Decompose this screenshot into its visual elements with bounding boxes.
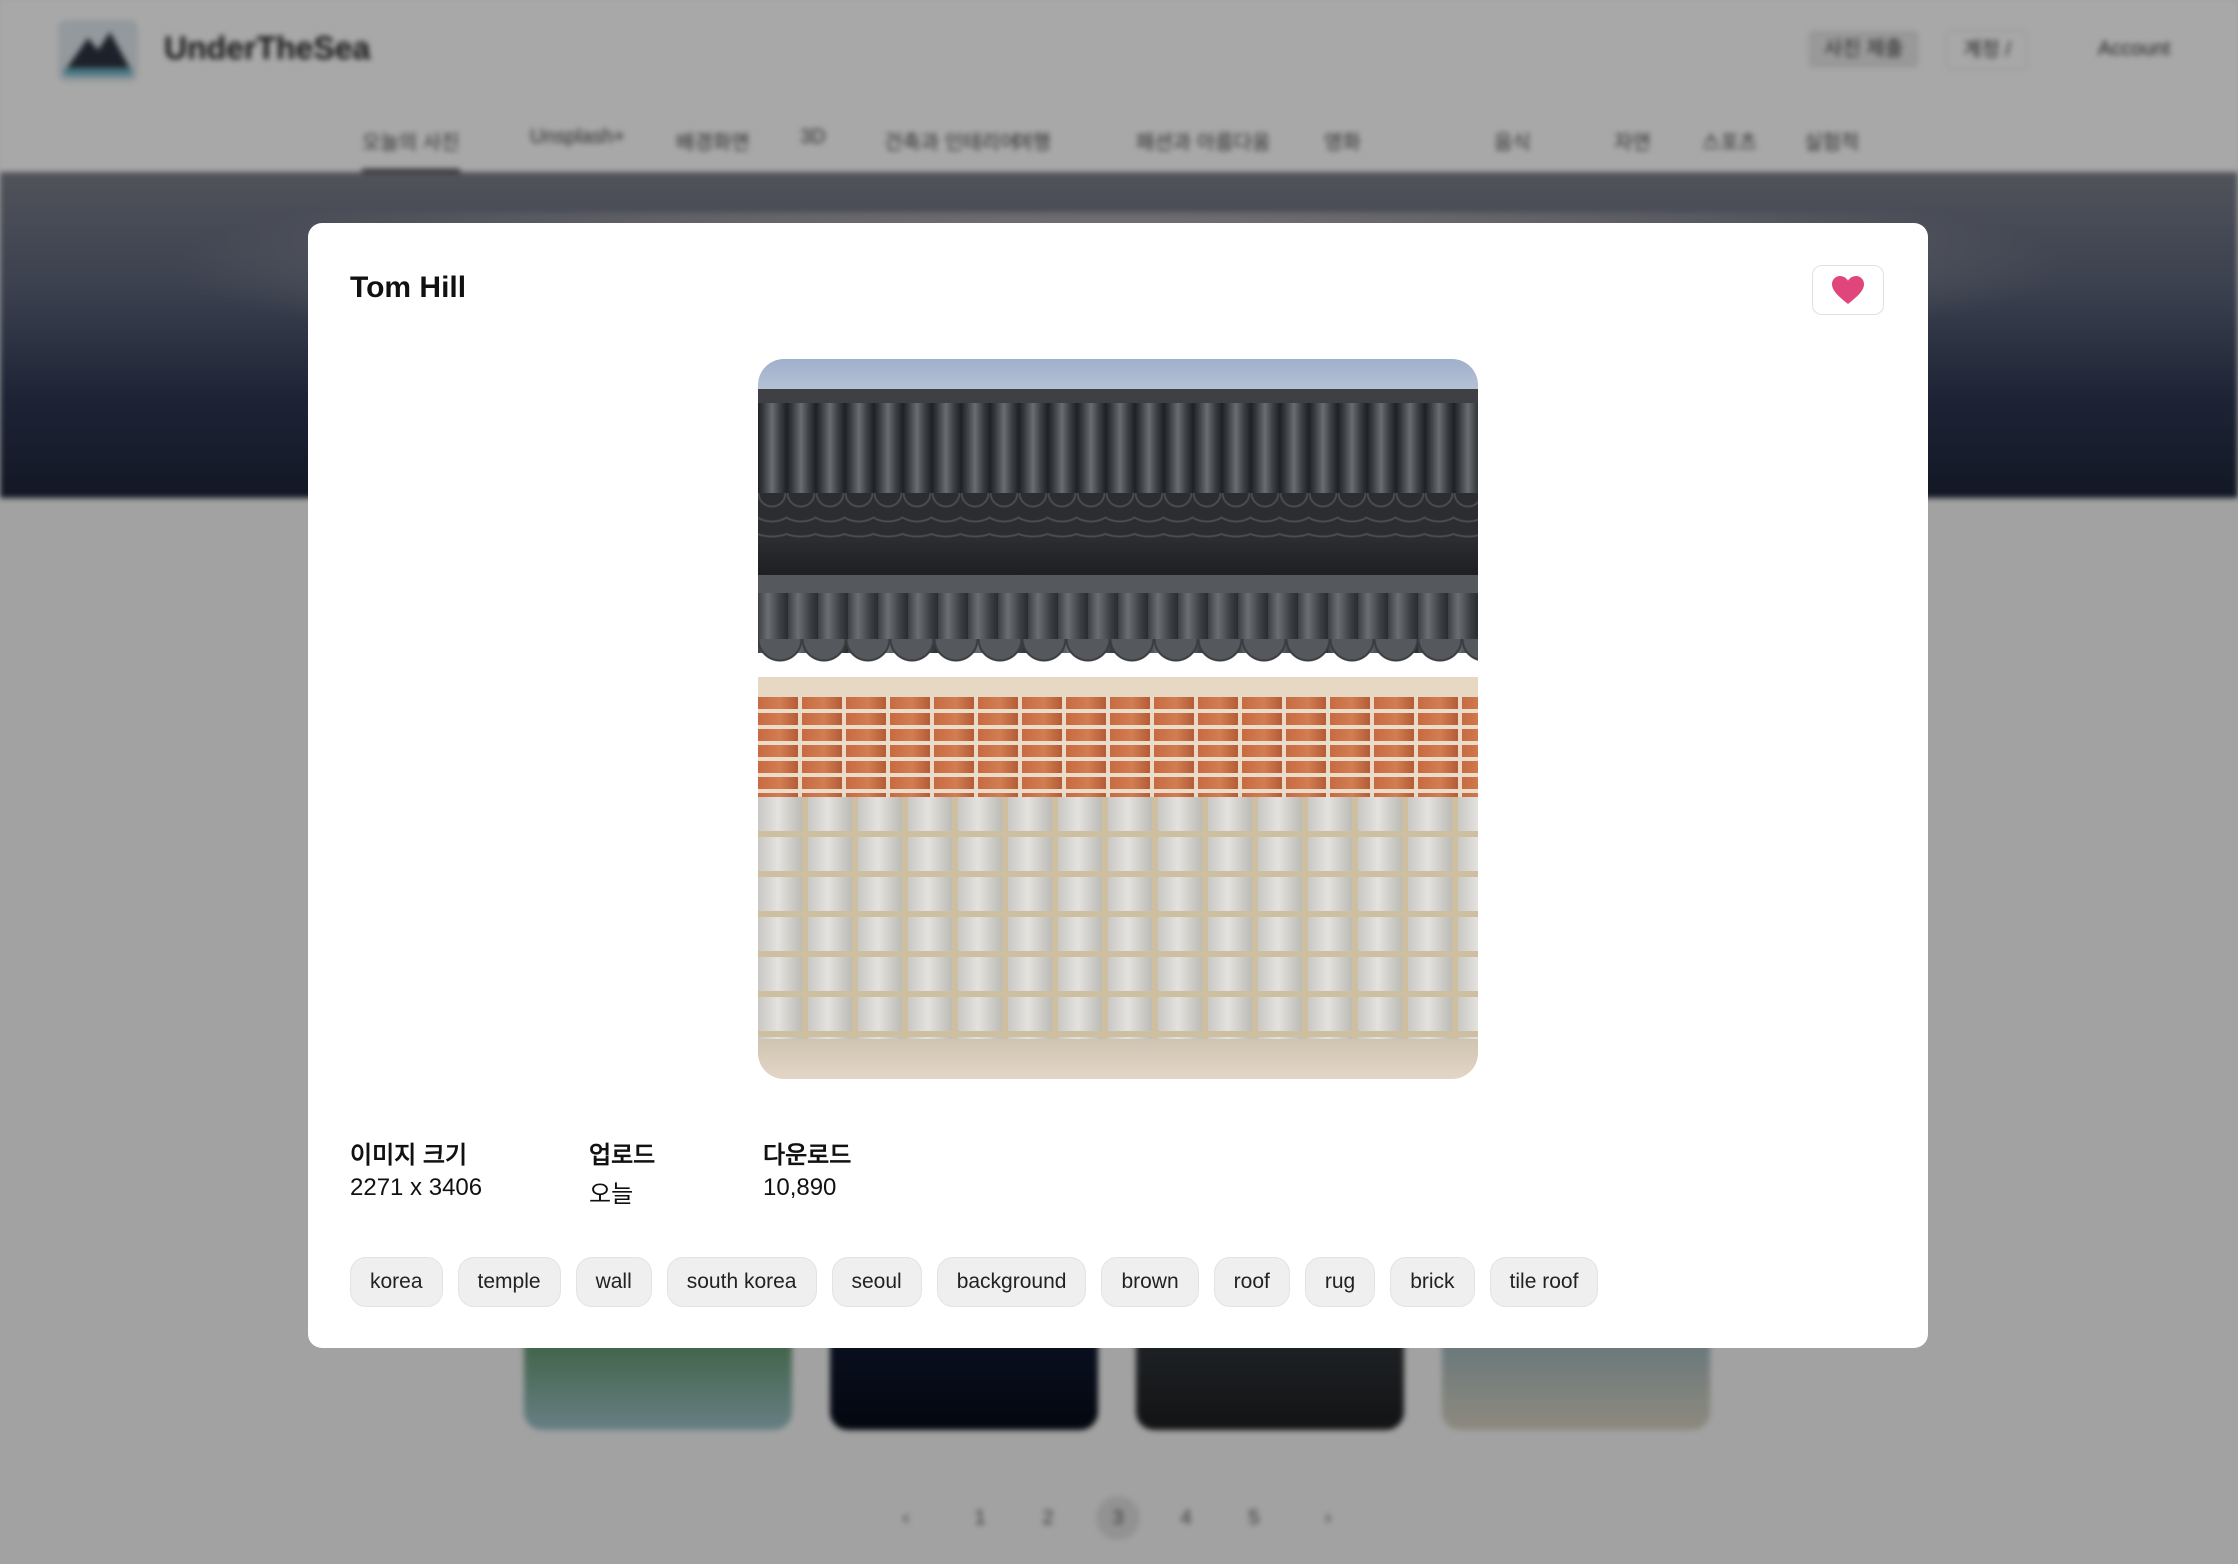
meta-upload: 업로드 오늘 <box>589 1135 655 1209</box>
tag-chip[interactable]: seoul <box>831 1257 922 1307</box>
like-button[interactable] <box>1812 265 1884 315</box>
heart-icon <box>1832 276 1864 304</box>
tag-chip[interactable]: korea <box>350 1257 443 1307</box>
tag-chip[interactable]: background <box>936 1257 1087 1307</box>
tag-chip[interactable]: south korea <box>666 1257 817 1307</box>
meta-label: 다운로드 <box>763 1142 852 1169</box>
photo-image[interactable] <box>758 359 1478 1079</box>
meta-label: 업로드 <box>589 1142 656 1169</box>
tag-chip[interactable]: tile roof <box>1489 1257 1599 1307</box>
tag-chip[interactable]: brick <box>1390 1257 1475 1307</box>
tag-chip[interactable]: roof <box>1213 1257 1290 1307</box>
meta-label: 이미지 크기 <box>350 1142 468 1169</box>
tag-list: korea temple wall south korea seoul back… <box>350 1257 1599 1307</box>
meta-value: 오늘 <box>589 1181 634 1208</box>
meta-downloads: 다운로드 10,890 <box>763 1135 851 1202</box>
tag-chip[interactable]: wall <box>575 1257 652 1307</box>
author-name[interactable]: Tom Hill <box>350 271 466 305</box>
meta-value: 10,890 <box>763 1174 837 1201</box>
meta-value: 2271 x 3406 <box>350 1174 483 1201</box>
tag-chip[interactable]: temple <box>457 1257 561 1307</box>
tag-chip[interactable]: rug <box>1304 1257 1376 1307</box>
meta-image-size: 이미지 크기 2271 x 3406 <box>350 1135 482 1202</box>
tag-chip[interactable]: brown <box>1101 1257 1199 1307</box>
photo-detail-modal: Tom Hill 이미지 크기 2271 x 3406 업로드 오늘 다운로드 … <box>308 223 1928 1348</box>
